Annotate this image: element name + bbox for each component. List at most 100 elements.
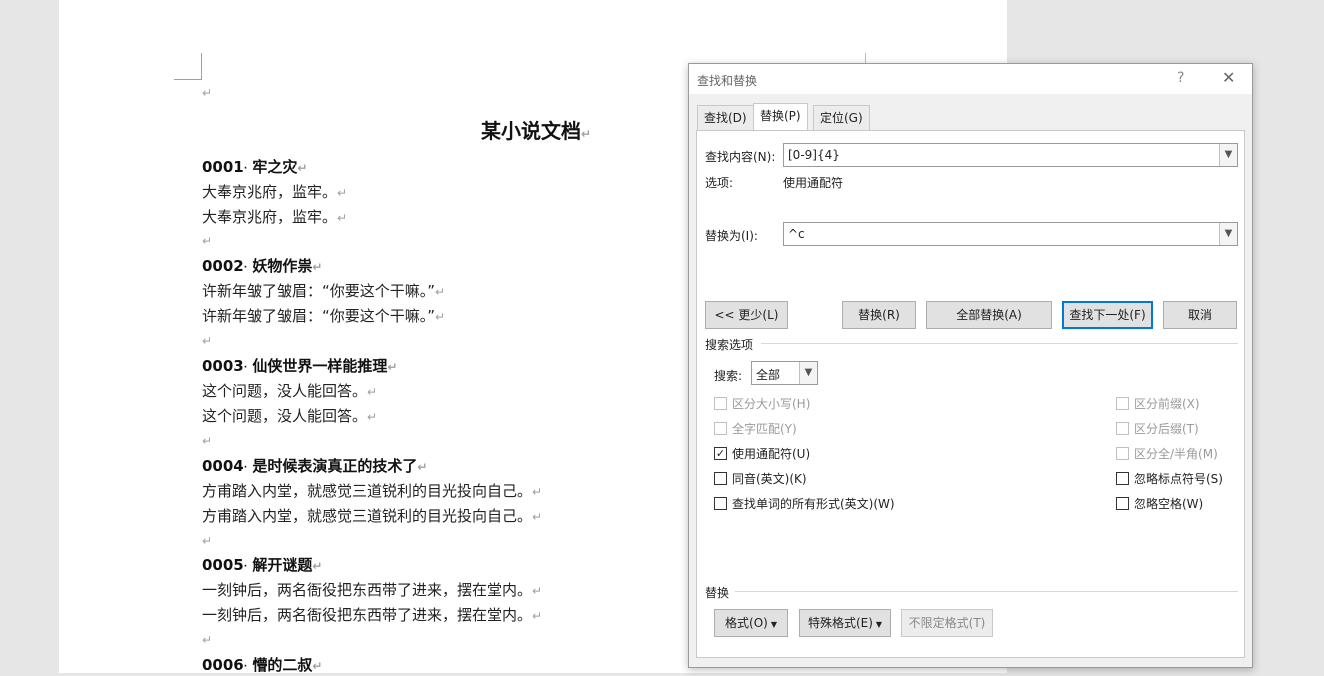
chapter-number: 0001 bbox=[202, 158, 244, 176]
paragraph-text: 大奉京兆府，监牢。 bbox=[202, 183, 338, 201]
checkbox-label: 忽略空格(W) bbox=[1134, 497, 1204, 511]
paragraph-mark-icon: ↵ bbox=[312, 260, 323, 274]
document-title[interactable]: 某小说文档↵ bbox=[481, 118, 591, 147]
checkbox-icon[interactable] bbox=[1116, 472, 1129, 485]
left-option-checkbox-3[interactable]: 同音(英文)(K) bbox=[714, 471, 807, 487]
checkbox-icon[interactable] bbox=[714, 472, 727, 485]
divider bbox=[735, 591, 1238, 592]
paragraph-mark-icon: ↵ bbox=[337, 186, 348, 200]
body-paragraph[interactable]: 许新年皱了皱眉：“你要这个干嘛。”↵ bbox=[202, 281, 445, 302]
body-paragraph[interactable]: 一刻钟后，两名衙役把东西带了进来，摆在堂内。↵ bbox=[202, 605, 542, 626]
find-replace-dialog: 查找和替换 ? ✕ 查找(D) 替换(P) 定位(G) 查找内容(N): [0-… bbox=[688, 63, 1253, 668]
checkbox-label: 忽略标点符号(S) bbox=[1134, 472, 1223, 486]
special-format-button[interactable]: 特殊格式(E) ▼ bbox=[799, 609, 891, 637]
checkbox-label: 区分全/半角(M) bbox=[1134, 447, 1218, 461]
right-option-checkbox-4[interactable]: 忽略空格(W) bbox=[1116, 496, 1203, 512]
paragraph-mark-icon: ↵ bbox=[532, 584, 543, 598]
paragraph-mark-icon: ↵ bbox=[202, 86, 213, 100]
search-direction-select[interactable]: 全部 ▼ bbox=[751, 361, 818, 385]
chapter-title: 妖物作祟 bbox=[247, 257, 313, 275]
checkbox-label: 区分后缀(T) bbox=[1134, 422, 1199, 436]
left-option-checkbox-4[interactable]: 查找单词的所有形式(英文)(W) bbox=[714, 496, 895, 512]
replace-input-value: ^c bbox=[788, 227, 805, 241]
body-paragraph[interactable]: 这个问题，没人能回答。↵ bbox=[202, 381, 377, 402]
paragraph-mark-icon: ↵ bbox=[202, 633, 213, 647]
checkbox-checked-icon[interactable]: ✓ bbox=[714, 447, 727, 460]
format-button[interactable]: 格式(O) ▼ bbox=[714, 609, 788, 637]
dialog-titlebar[interactable]: 查找和替换 ? ✕ bbox=[689, 64, 1252, 94]
paragraph-mark-icon: ↵ bbox=[312, 659, 323, 673]
margin-corner-mark bbox=[201, 53, 202, 80]
dialog-title: 查找和替换 bbox=[697, 74, 758, 88]
replace-all-button[interactable]: 全部替换(A) bbox=[926, 301, 1052, 329]
chapter-number: 0002 bbox=[202, 257, 244, 275]
empty-paragraph[interactable]: ↵ bbox=[202, 629, 212, 650]
right-option-checkbox-3[interactable]: 忽略标点符号(S) bbox=[1116, 471, 1223, 487]
checkbox-label: 查找单词的所有形式(英文)(W) bbox=[732, 497, 895, 511]
body-paragraph[interactable]: 大奉京兆府，监牢。↵ bbox=[202, 182, 347, 203]
chapter-title: 懵的二叔 bbox=[247, 656, 313, 674]
right-option-checkbox-1: 区分后缀(T) bbox=[1116, 421, 1199, 437]
checkbox-icon[interactable] bbox=[714, 497, 727, 510]
chapter-number: 0004 bbox=[202, 457, 244, 475]
no-format-button: 不限定格式(T) bbox=[901, 609, 993, 637]
paragraph-text: 大奉京兆府，监牢。 bbox=[202, 208, 338, 226]
left-option-checkbox-0: 区分大小写(H) bbox=[714, 396, 810, 412]
paragraph-mark-icon: ↵ bbox=[367, 410, 378, 424]
paragraph-text: 方甫踏入内堂，就感觉三道锐利的目光投向自己。 bbox=[202, 507, 533, 525]
space-mark: · bbox=[243, 263, 248, 273]
replace-panel: 查找内容(N): [0-9]{4} ▼ 选项: 使用通配符 替换为(I): ^c… bbox=[696, 130, 1245, 658]
chevron-down-icon[interactable]: ▼ bbox=[1219, 144, 1237, 166]
chapter-heading[interactable]: 0004· 是时候表演真正的技术了↵ bbox=[202, 456, 427, 477]
empty-paragraph[interactable]: ↵ bbox=[202, 330, 212, 351]
paragraph-mark-icon: ↵ bbox=[297, 161, 308, 175]
empty-paragraph[interactable]: ↵ bbox=[202, 530, 212, 551]
body-paragraph[interactable]: 方甫踏入内堂，就感觉三道锐利的目光投向自己。↵ bbox=[202, 506, 542, 527]
caret-down-icon: ▼ bbox=[770, 620, 777, 629]
paragraph-mark-icon: ↵ bbox=[202, 534, 213, 548]
tab-replace[interactable]: 替换(P) bbox=[753, 103, 808, 130]
paragraph-text: 许新年皱了皱眉：“你要这个干嘛。” bbox=[202, 307, 436, 325]
help-icon[interactable]: ? bbox=[1177, 70, 1184, 86]
paragraph-text: 一刻钟后，两名衙役把东西带了进来，摆在堂内。 bbox=[202, 606, 533, 624]
empty-paragraph[interactable]: ↵ bbox=[202, 430, 212, 451]
paragraph-mark-icon: ↵ bbox=[417, 460, 428, 474]
margin-corner-mark bbox=[174, 79, 202, 80]
find-next-button[interactable]: 查找下一处(F) bbox=[1062, 301, 1153, 329]
chapter-heading[interactable]: 0002· 妖物作祟↵ bbox=[202, 256, 322, 277]
chapter-heading[interactable]: 0003· 仙侠世界一样能推理↵ bbox=[202, 356, 397, 377]
find-input[interactable]: [0-9]{4} ▼ bbox=[783, 143, 1238, 167]
paragraph-mark-icon: ↵ bbox=[337, 211, 348, 225]
replace-button[interactable]: 替换(R) bbox=[842, 301, 916, 329]
find-label: 查找内容(N): bbox=[705, 150, 776, 164]
chapter-number: 0003 bbox=[202, 357, 244, 375]
close-icon[interactable]: ✕ bbox=[1222, 68, 1235, 87]
chapter-title: 解开谜题 bbox=[247, 556, 313, 574]
body-paragraph[interactable]: 方甫踏入内堂，就感觉三道锐利的目光投向自己。↵ bbox=[202, 481, 542, 502]
left-option-checkbox-2[interactable]: ✓ 使用通配符(U) bbox=[714, 446, 810, 462]
chapter-number: 0005 bbox=[202, 556, 244, 574]
chevron-down-icon[interactable]: ▼ bbox=[1219, 223, 1237, 245]
paragraph-mark-icon: ↵ bbox=[312, 559, 323, 573]
chapter-heading[interactable]: 0005· 解开谜题↵ bbox=[202, 555, 322, 576]
tab-goto[interactable]: 定位(G) bbox=[813, 105, 870, 130]
paragraph-text: 许新年皱了皱眉：“你要这个干嘛。” bbox=[202, 282, 436, 300]
paragraph-mark-icon: ↵ bbox=[532, 609, 543, 623]
body-paragraph[interactable]: 一刻钟后，两名衙役把东西带了进来，摆在堂内。↵ bbox=[202, 580, 542, 601]
chevron-down-icon[interactable]: ▼ bbox=[799, 362, 817, 384]
cancel-button[interactable]: 取消 bbox=[1163, 301, 1237, 329]
chapter-heading[interactable]: 0001· 牢之灾↵ bbox=[202, 157, 307, 178]
tab-find[interactable]: 查找(D) bbox=[697, 105, 754, 130]
body-paragraph[interactable]: 这个问题，没人能回答。↵ bbox=[202, 406, 377, 427]
body-paragraph[interactable]: 大奉京兆府，监牢。↵ bbox=[202, 207, 347, 228]
empty-paragraph[interactable]: ↵ bbox=[202, 82, 212, 103]
empty-paragraph[interactable]: ↵ bbox=[202, 230, 212, 251]
space-mark: · bbox=[243, 363, 248, 373]
less-button[interactable]: << 更少(L) bbox=[705, 301, 788, 329]
body-paragraph[interactable]: 许新年皱了皱眉：“你要这个干嘛。”↵ bbox=[202, 306, 445, 327]
checkbox-icon[interactable] bbox=[1116, 497, 1129, 510]
paragraph-mark-icon: ↵ bbox=[532, 485, 543, 499]
chapter-title: 仙侠世界一样能推理 bbox=[247, 357, 388, 375]
checkbox-label: 使用通配符(U) bbox=[732, 447, 811, 461]
replace-input[interactable]: ^c ▼ bbox=[783, 222, 1238, 246]
